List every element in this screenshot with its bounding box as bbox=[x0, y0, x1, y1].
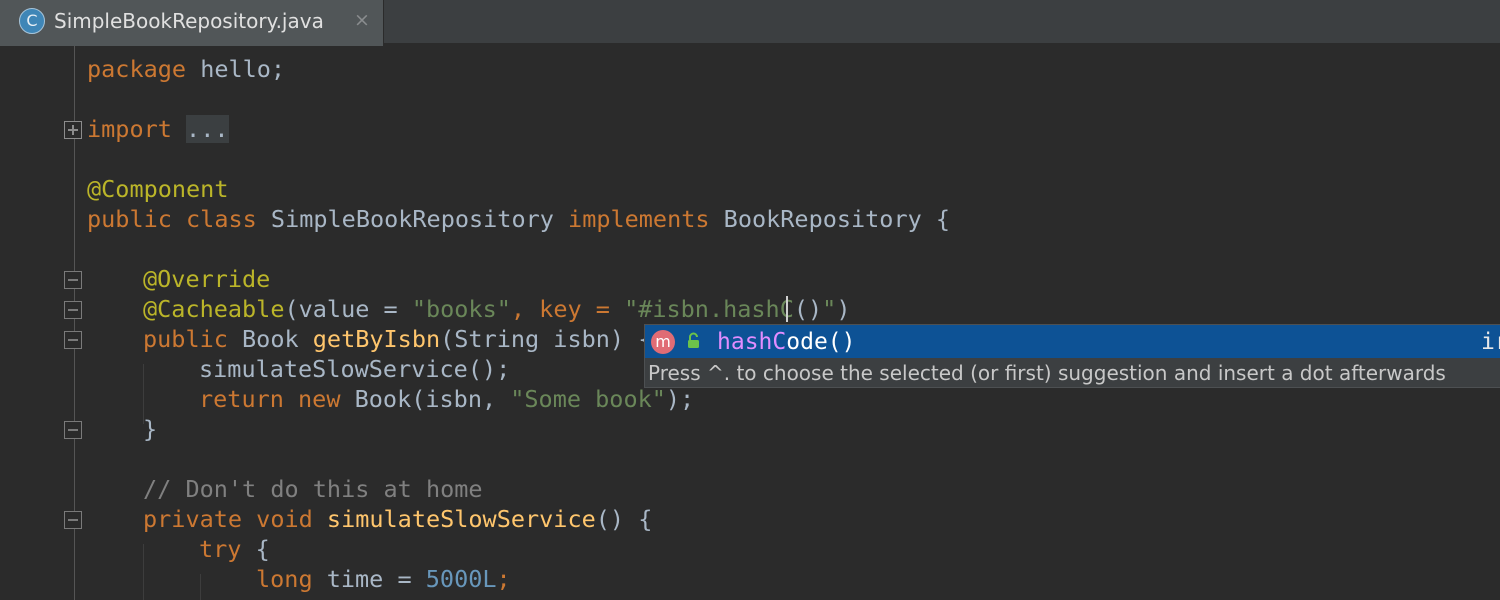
string-literal: "books" bbox=[411, 295, 511, 323]
method-name: simulateSlowService bbox=[312, 505, 596, 533]
string-literal: "#isbn. bbox=[624, 295, 724, 323]
completion-type: ir bbox=[1481, 329, 1500, 355]
text-caret bbox=[786, 296, 788, 322]
completion-hint: Press ^. to choose the selected (or firs… bbox=[648, 361, 1446, 385]
code-text: hello; bbox=[186, 55, 286, 83]
java-class-icon: C bbox=[19, 8, 45, 34]
code-completion-popup: m hashCode() ir Press ^. to choose the s… bbox=[644, 324, 1500, 388]
keyword: import bbox=[87, 115, 172, 143]
code-text: BookRepository { bbox=[709, 205, 951, 233]
code-line-8: @Override bbox=[143, 264, 270, 294]
folded-imports[interactable]: ... bbox=[186, 115, 229, 143]
completion-rest: ode() bbox=[786, 329, 856, 355]
keyword: package bbox=[87, 55, 187, 83]
code-text: ; bbox=[496, 565, 511, 593]
code-text: (value = bbox=[284, 295, 412, 323]
typed-text: hashC bbox=[723, 295, 794, 323]
comment: // Don't do this at home bbox=[143, 475, 483, 503]
code-line-10: public Book getByIsbn(String isbn) { bbox=[143, 324, 652, 354]
tab-simple-book-repository[interactable]: C SimpleBookRepository.java × bbox=[0, 0, 384, 46]
indent-guide bbox=[143, 544, 144, 600]
string-literal: " bbox=[822, 295, 837, 323]
code-text: () bbox=[793, 295, 823, 323]
completion-item-hashcode[interactable]: m hashCode() ir bbox=[645, 325, 1500, 358]
keyword: public bbox=[143, 325, 228, 353]
fold-end-icon[interactable] bbox=[64, 421, 82, 439]
code-text: time = bbox=[312, 565, 426, 593]
code-line-15: // Don't do this at home bbox=[143, 474, 483, 504]
keyword: implements bbox=[568, 205, 710, 233]
method-name: getByIsbn bbox=[312, 325, 441, 353]
code-text: simulateSlowService(); bbox=[199, 355, 511, 383]
completion-name: hashCode() bbox=[717, 327, 856, 357]
keyword: public class bbox=[87, 205, 257, 233]
code-line-13: } bbox=[143, 414, 157, 444]
unlocked-icon bbox=[685, 332, 703, 350]
code-line-16: private void simulateSlowService() { bbox=[143, 504, 652, 534]
keyword: return new bbox=[199, 385, 341, 413]
code-line-18: long time = 5000L; bbox=[256, 564, 511, 594]
keyword: try bbox=[199, 535, 242, 563]
code-line-9: @Cacheable(value = "books", key = "#isbn… bbox=[143, 294, 850, 324]
code-text: () { bbox=[595, 505, 653, 533]
fold-collapse-icon[interactable] bbox=[64, 301, 82, 319]
code-line-6: public class SimpleBookRepository implem… bbox=[87, 204, 950, 234]
fold-expand-icon[interactable] bbox=[64, 121, 82, 139]
fold-collapse-icon[interactable] bbox=[64, 511, 82, 529]
code-text: Book(isbn, bbox=[340, 385, 511, 413]
code-text: (String isbn) { bbox=[440, 325, 653, 353]
code-line-11: simulateSlowService(); bbox=[199, 354, 510, 384]
completion-match: hashC bbox=[717, 329, 787, 355]
tab-title: SimpleBookRepository.java bbox=[54, 9, 324, 33]
code-line-5: @Component bbox=[87, 174, 228, 204]
code-text: , key = bbox=[510, 295, 625, 323]
code-text: ) bbox=[836, 295, 851, 323]
code-line-3: import ... bbox=[87, 114, 229, 144]
keyword: private void bbox=[143, 505, 313, 533]
code-line-12: return new Book(isbn, "Some book"); bbox=[199, 384, 694, 414]
annotation: @Cacheable bbox=[143, 295, 285, 323]
string-literal: "Some book" bbox=[510, 385, 666, 413]
annotation: @Component bbox=[87, 175, 229, 203]
fold-collapse-icon[interactable] bbox=[64, 271, 82, 289]
code-line-17: try { bbox=[199, 534, 270, 564]
code-line-1: package hello; bbox=[87, 54, 285, 84]
close-icon[interactable]: × bbox=[352, 10, 372, 30]
number-literal: 5000L bbox=[425, 565, 497, 593]
class-name: SimpleBookRepository bbox=[256, 205, 569, 233]
annotation: @Override bbox=[143, 265, 271, 293]
keyword: long bbox=[256, 565, 313, 593]
code-text: Book bbox=[227, 325, 313, 353]
indent-guide bbox=[200, 574, 201, 600]
code-text: { bbox=[241, 535, 270, 563]
fold-collapse-icon[interactable] bbox=[64, 331, 82, 349]
code-text: } bbox=[143, 415, 158, 443]
method-icon: m bbox=[651, 330, 675, 354]
editor-tab-bar: C SimpleBookRepository.java × bbox=[0, 0, 1500, 46]
code-text: ); bbox=[665, 385, 695, 413]
